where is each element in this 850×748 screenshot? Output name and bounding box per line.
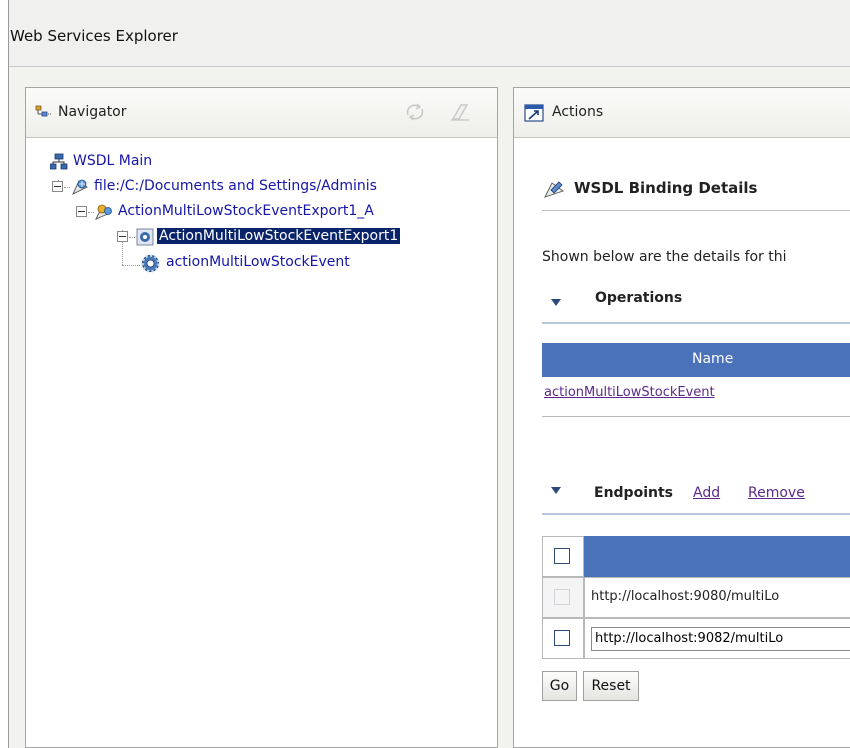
add-endpoint-link[interactable]: Add bbox=[693, 485, 720, 501]
navigator-icon bbox=[35, 105, 52, 117]
tree-connector bbox=[122, 265, 140, 266]
actions-icon bbox=[524, 104, 544, 122]
endpoints-heading: Endpoints bbox=[594, 485, 673, 501]
tree-label: WSDL Main bbox=[73, 153, 153, 169]
endpoint-url: http://localhost:9080/multiLo bbox=[591, 589, 780, 604]
collapse-toggle[interactable] bbox=[76, 206, 87, 217]
select-all-cell bbox=[542, 536, 584, 577]
operation-gear-icon bbox=[141, 254, 160, 273]
tree-label: file:/C:/Documents and Settings/Adminis bbox=[94, 178, 377, 194]
wsdl-main-icon bbox=[50, 153, 68, 170]
binding-description: Shown below are the details for thi bbox=[542, 249, 787, 265]
navigator-pane: Navigator WSDL Main file:/C:/Documents a… bbox=[25, 87, 498, 748]
remove-endpoint-link[interactable]: Remove bbox=[748, 485, 805, 501]
endpoint-row-2-select-cell bbox=[542, 618, 584, 659]
endpoint-row-1: http://localhost:9080/multiLo bbox=[584, 577, 850, 618]
title-bar: Web Services Explorer bbox=[9, 0, 850, 67]
clear-icon[interactable] bbox=[449, 102, 471, 122]
collapse-toggle[interactable] bbox=[52, 181, 63, 192]
actions-header: Actions bbox=[514, 88, 850, 138]
endpoint-row-2-checkbox[interactable] bbox=[554, 630, 570, 646]
endpoints-divider bbox=[542, 513, 850, 515]
navigator-header: Navigator bbox=[26, 88, 497, 138]
go-button[interactable]: Go bbox=[542, 671, 577, 701]
actions-pane: Actions WSDL Binding Details Shown below… bbox=[513, 87, 850, 748]
endpoint-row-2: http://localhost:9082/multiLo bbox=[584, 618, 850, 659]
tree-connector bbox=[64, 187, 70, 188]
tree-item-service[interactable]: ActionMultiLowStockEventExport1_A bbox=[76, 201, 498, 223]
endpoint-url-input[interactable]: http://localhost:9082/multiLo bbox=[591, 627, 850, 651]
binding-icon bbox=[136, 228, 154, 246]
tree-item-operation[interactable]: actionMultiLowStockEvent bbox=[140, 253, 498, 275]
wsdl-binding-details-heading: WSDL Binding Details bbox=[574, 179, 758, 197]
tree-item-wsdl-file[interactable]: file:/C:/Documents and Settings/Adminis bbox=[52, 176, 498, 198]
tree-label: actionMultiLowStockEvent bbox=[166, 254, 350, 270]
sync-icon[interactable] bbox=[404, 102, 426, 122]
web-services-explorer-window: Web Services Explorer Navigator WSDL Mai… bbox=[8, 0, 850, 748]
operations-collapse-toggle[interactable] bbox=[551, 299, 561, 306]
divider bbox=[542, 210, 850, 211]
tree-label-selected: ActionMultiLowStockEventExport1 bbox=[157, 228, 401, 244]
operations-heading: Operations bbox=[595, 290, 683, 306]
operations-table-header: Name bbox=[542, 343, 850, 377]
wsdl-file-icon bbox=[72, 179, 88, 195]
tree-connector bbox=[88, 212, 94, 213]
endpoints-table-header bbox=[584, 536, 850, 577]
actions-title: Actions bbox=[552, 104, 604, 120]
collapse-toggle[interactable] bbox=[117, 231, 128, 242]
window-title: Web Services Explorer bbox=[10, 27, 178, 45]
tree-item-wsdl-main[interactable]: WSDL Main bbox=[50, 151, 250, 173]
endpoint-row-1-select-cell bbox=[542, 577, 584, 618]
endpoint-row-1-checkbox bbox=[554, 589, 570, 605]
service-icon bbox=[95, 204, 112, 220]
name-column-header: Name bbox=[692, 351, 734, 367]
operations-table-row: actionMultiLowStockEvent bbox=[542, 377, 850, 417]
endpoints-collapse-toggle[interactable] bbox=[551, 487, 561, 494]
tree-connector bbox=[129, 237, 135, 238]
wsdl-binding-icon bbox=[544, 181, 564, 198]
reset-button[interactable]: Reset bbox=[583, 671, 639, 701]
select-all-checkbox[interactable] bbox=[554, 548, 570, 564]
tree-item-binding[interactable]: ActionMultiLowStockEventExport1 bbox=[117, 226, 498, 248]
navigator-title: Navigator bbox=[58, 104, 127, 120]
operation-link[interactable]: actionMultiLowStockEvent bbox=[544, 385, 715, 400]
operations-divider bbox=[542, 322, 850, 324]
tree-label: ActionMultiLowStockEventExport1_A bbox=[118, 203, 374, 219]
